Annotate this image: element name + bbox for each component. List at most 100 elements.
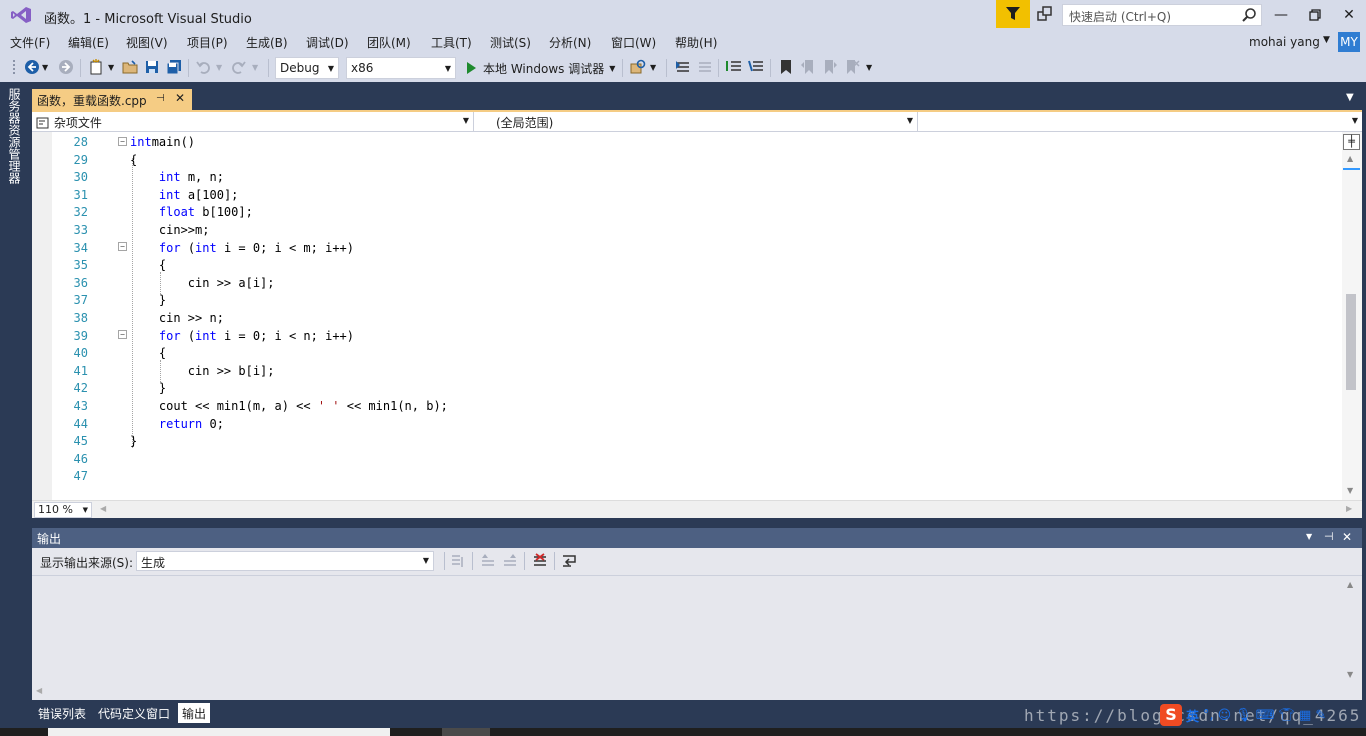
code-line[interactable]: 40 { <box>32 346 1332 364</box>
ime-tools-icon[interactable]: ✎ <box>1315 708 1326 723</box>
zoom-select[interactable]: 110 % ▼ <box>34 502 92 518</box>
maximize-button[interactable] <box>1300 4 1330 26</box>
ime-skin-icon[interactable]: 👕︎ <box>1279 708 1296 723</box>
ime-menu-icon[interactable]: ▦ <box>1299 708 1311 723</box>
code-line[interactable]: 29{ <box>32 153 1332 171</box>
clear-bookmarks-icon[interactable] <box>844 59 860 75</box>
next-bookmark-icon[interactable] <box>822 59 838 75</box>
menu-build[interactable]: 生成(B) <box>246 34 288 51</box>
code-editor[interactable]: 28 intmain() 29{30 int m, n; 31 int a[100];… <box>32 132 1362 500</box>
next-message-icon[interactable] <box>502 553 518 569</box>
quick-launch-input[interactable]: 快速启动 (Ctrl+Q) <box>1062 4 1262 26</box>
navigate-back-icon[interactable] <box>24 59 40 75</box>
notifications-icon[interactable] <box>1036 5 1054 23</box>
menu-file[interactable]: 文件(F) <box>10 34 50 51</box>
code-line[interactable]: 38 cin >> n; <box>32 311 1332 329</box>
ime-punctuation-icon[interactable]: °, <box>1203 708 1214 723</box>
close-window-button[interactable]: ✕ <box>1334 4 1364 26</box>
ime-language-toggle[interactable]: 英 <box>1186 706 1199 725</box>
start-debugging-button[interactable]: 本地 Windows 调试器 ▼ <box>464 58 615 78</box>
navigate-forward-icon[interactable] <box>58 59 74 75</box>
scroll-right-icon[interactable]: ▶ <box>1346 504 1352 513</box>
menu-tools[interactable]: 工具(T) <box>431 34 472 51</box>
collapse-region-icon[interactable]: − <box>118 242 127 251</box>
chevron-down-icon[interactable]: ▼ <box>1306 532 1312 541</box>
chevron-down-icon[interactable]: ▼ <box>252 63 268 79</box>
scroll-left-icon[interactable]: ◀ <box>36 686 42 695</box>
code-line[interactable]: 30 int m, n; <box>32 170 1332 188</box>
code-line[interactable]: 35 { <box>32 258 1332 276</box>
menu-edit[interactable]: 编辑(E) <box>68 34 109 51</box>
clear-all-icon[interactable] <box>532 553 548 569</box>
chevron-down-icon[interactable]: ▼ <box>42 63 58 79</box>
code-line[interactable]: 42 } <box>32 381 1332 399</box>
close-icon[interactable]: ✕ <box>175 91 185 105</box>
code-line[interactable]: 43 cout << min1(m, a) << ' ' << min1(n, … <box>32 399 1332 417</box>
redo-icon[interactable] <box>230 59 246 75</box>
menu-analyze[interactable]: 分析(N) <box>549 34 591 51</box>
scroll-down-icon[interactable]: ▼ <box>1347 670 1353 679</box>
server-explorer-tab[interactable]: 服务器资源管理器 <box>7 88 23 184</box>
tab-error-list[interactable]: 错误列表 <box>34 703 90 723</box>
code-line[interactable]: 39 for (int i = 0; i < n; i++) <box>32 329 1332 347</box>
output-vertical-scrollbar[interactable]: ▲ ▼ <box>1342 576 1362 701</box>
menu-project[interactable]: 项目(P) <box>187 34 228 51</box>
menu-help[interactable]: 帮助(H) <box>675 34 717 51</box>
chevron-down-icon[interactable]: ▼ <box>1346 92 1354 103</box>
code-line[interactable]: 46 <box>32 452 1332 470</box>
editor-vertical-scrollbar[interactable]: ▲ ▼ <box>1342 132 1362 500</box>
previous-bookmark-icon[interactable] <box>800 59 816 75</box>
step-out-icon[interactable] <box>697 59 713 75</box>
uncomment-lines-icon[interactable] <box>748 59 764 75</box>
bookmark-icon[interactable] <box>778 59 794 75</box>
scrollbar-thumb[interactable] <box>1346 294 1356 390</box>
scroll-up-icon[interactable]: ▲ <box>1347 154 1353 163</box>
close-icon[interactable]: ✕ <box>1342 530 1352 544</box>
chevron-down-icon[interactable]: ▼ <box>650 63 666 79</box>
code-line[interactable]: 32 float b[100]; <box>32 205 1332 223</box>
collapse-region-icon[interactable]: − <box>118 330 127 339</box>
taskbar-search-box[interactable] <box>48 728 390 736</box>
ime-emoji-icon[interactable]: ☺ <box>1218 708 1232 723</box>
project-select[interactable]: 杂项文件 ▼ <box>32 112 474 131</box>
menu-window[interactable]: 窗口(W) <box>611 34 656 51</box>
previous-message-icon[interactable] <box>480 553 496 569</box>
save-icon[interactable] <box>144 59 160 75</box>
output-source-select[interactable]: 生成 ▼ <box>136 551 434 571</box>
solution-configuration-select[interactable]: Debug ▼ <box>275 57 339 79</box>
tab-output[interactable]: 输出 <box>178 703 211 723</box>
ime-voice-icon[interactable]: 🎙︎ <box>1235 708 1252 723</box>
code-line[interactable]: 37 } <box>32 293 1332 311</box>
search-icon[interactable] <box>1241 7 1257 23</box>
save-all-icon[interactable] <box>166 59 182 75</box>
avatar[interactable]: MY <box>1338 32 1360 52</box>
code-line[interactable]: 31 int a[100]; <box>32 188 1332 206</box>
ime-keyboard-icon[interactable]: ⌨ <box>1256 708 1275 723</box>
collapse-region-icon[interactable]: − <box>118 137 127 146</box>
scroll-left-icon[interactable]: ◀ <box>100 504 106 513</box>
tab-code-definition-window[interactable]: 代码定义窗口 <box>94 703 174 723</box>
step-into-icon[interactable] <box>675 59 691 75</box>
member-select[interactable]: ▼ <box>918 112 1362 131</box>
scroll-down-icon[interactable]: ▼ <box>1347 486 1353 495</box>
code-line[interactable]: 41 cin >> b[i]; <box>32 364 1332 382</box>
code-line[interactable]: 33 cin>>m; <box>32 223 1332 241</box>
sogou-ime-logo[interactable]: S <box>1160 704 1182 726</box>
undo-icon[interactable] <box>196 59 212 75</box>
taskbar-app-button[interactable] <box>442 728 490 736</box>
toolbar-overflow-icon[interactable]: ▼ <box>866 63 882 79</box>
toolbar-grip-icon[interactable] <box>12 59 18 75</box>
code-line[interactable]: 36 cin >> a[i]; <box>32 276 1332 294</box>
document-tab-active[interactable]: 函数，重载函数.cpp <box>32 89 192 110</box>
minimize-button[interactable]: — <box>1266 4 1296 26</box>
menu-team[interactable]: 团队(M) <box>367 34 411 51</box>
new-project-icon[interactable] <box>88 59 104 75</box>
find-message-icon[interactable] <box>450 553 466 569</box>
user-name[interactable]: mohai yang <box>1249 35 1320 49</box>
menu-view[interactable]: 视图(V) <box>126 34 168 51</box>
toggle-word-wrap-icon[interactable] <box>562 553 578 569</box>
scope-select[interactable]: (全局范围) ▼ <box>492 112 918 131</box>
chevron-down-icon[interactable]: ▼ <box>1323 35 1330 45</box>
scroll-up-icon[interactable]: ▲ <box>1347 580 1353 589</box>
code-line[interactable]: 45} <box>32 434 1332 452</box>
